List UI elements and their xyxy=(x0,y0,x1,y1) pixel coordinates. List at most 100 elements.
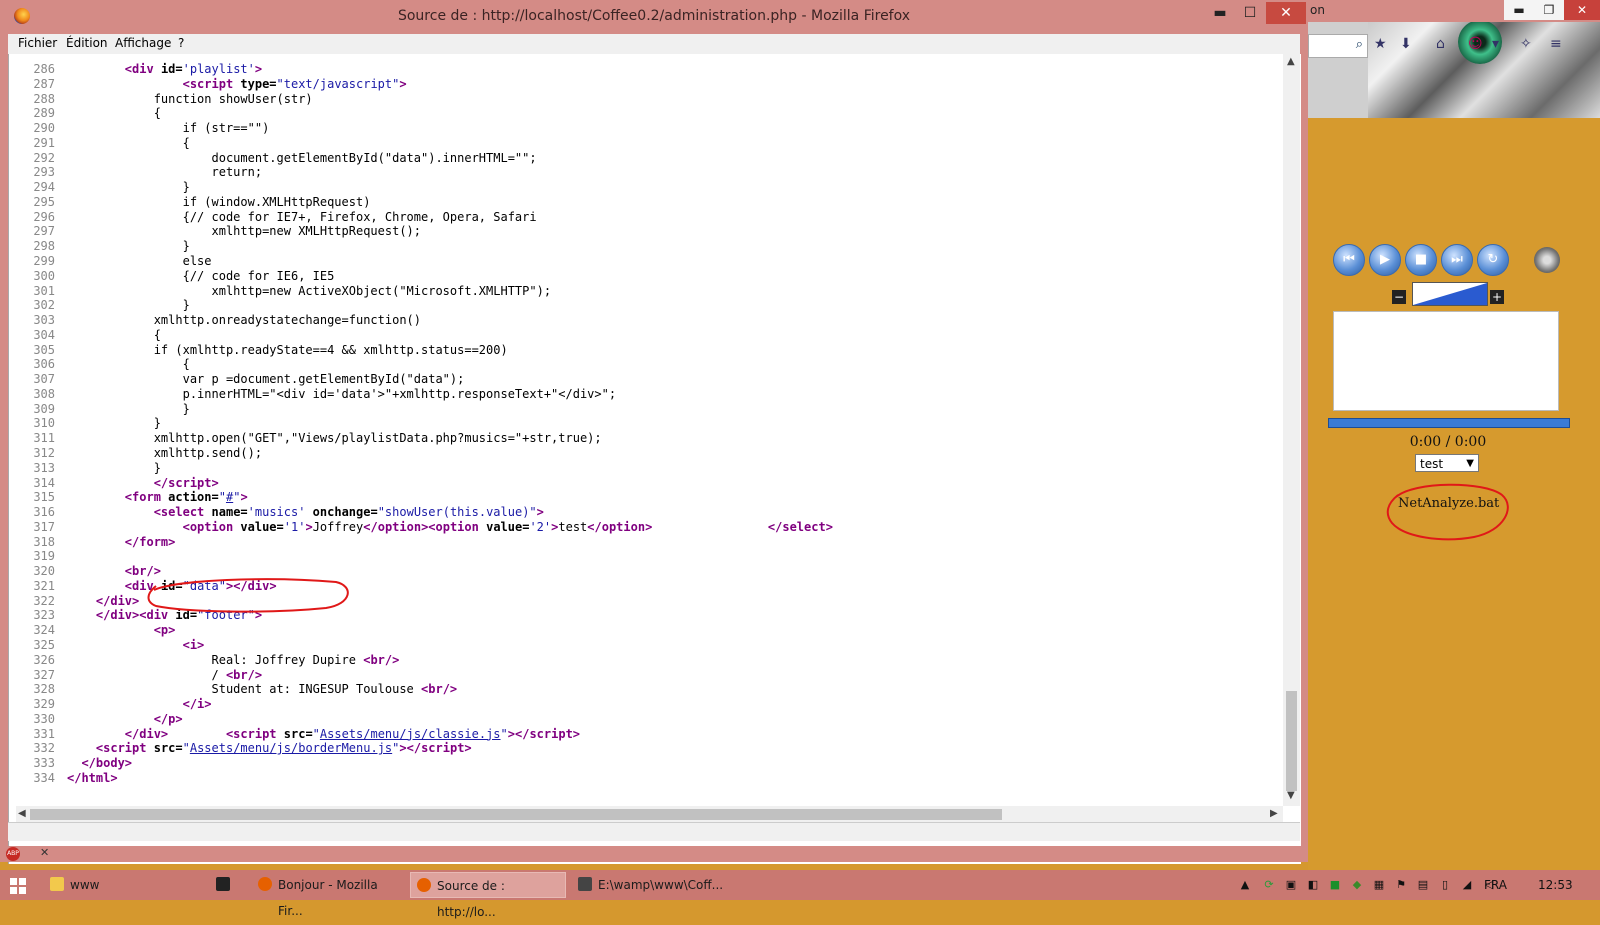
taskbar-item-label: Bonjour - Mozilla Fir... xyxy=(278,878,378,918)
source-viewer[interactable]: 286 <div id='playlist'> 287 <script type=… xyxy=(8,54,1301,864)
source-line: 331 </div> <script src="Assets/menu/js/c… xyxy=(17,727,1287,742)
chevron-down-icon[interactable]: ▾ xyxy=(1492,36,1499,52)
bookmark-star-icon[interactable]: ★ xyxy=(1374,36,1387,52)
tools-icon[interactable]: ✧ xyxy=(1520,36,1532,52)
downloads-icon[interactable]: ⬇ xyxy=(1400,36,1412,52)
playlist-select[interactable]: test ▼ xyxy=(1415,454,1479,472)
line-content: else xyxy=(67,254,212,268)
play-button[interactable]: ▶ xyxy=(1369,244,1401,276)
minimize-button[interactable]: ▬ xyxy=(1205,2,1235,24)
menu-affichage[interactable]: Affichage xyxy=(115,36,171,50)
line-content: <option value='1'>Joffrey</option><optio… xyxy=(182,519,833,534)
sync-icon[interactable]: ⟳ xyxy=(1262,878,1276,892)
scroll-down-icon[interactable]: ▼ xyxy=(1287,790,1295,801)
line-number: 302 xyxy=(33,298,55,313)
play-icon: ▶ xyxy=(1380,252,1390,267)
menu-edition[interactable]: Édition xyxy=(66,36,108,50)
line-number: 333 xyxy=(33,756,55,771)
line-number: 327 xyxy=(33,667,55,682)
tray-expand-icon[interactable]: ▲ xyxy=(1238,878,1252,892)
tray-app-icon[interactable]: ■ xyxy=(1328,878,1342,892)
line-content: xmlhttp.send(); xyxy=(67,446,263,461)
previous-button[interactable]: ⏮ xyxy=(1333,244,1365,276)
line-number: 294 xyxy=(33,180,55,195)
horizontal-scroll-thumb[interactable] xyxy=(30,809,1002,820)
background-tab-fragment[interactable]: on xyxy=(1310,3,1325,17)
clock[interactable]: 12:53 xyxy=(1538,878,1573,892)
line-content: </script> xyxy=(153,475,219,490)
battery-icon[interactable]: ▯ xyxy=(1438,878,1452,892)
stop-button[interactable]: ■ xyxy=(1405,244,1437,276)
menu-icon[interactable]: ≡ xyxy=(1550,36,1562,52)
background-minimize-button[interactable]: ▬ xyxy=(1504,0,1534,20)
firefox-icon xyxy=(417,878,431,892)
red-annotation-circle xyxy=(146,576,356,618)
menu-fichier[interactable]: Fichier xyxy=(18,36,57,50)
line-content: { xyxy=(67,327,161,342)
vertical-scroll-thumb[interactable] xyxy=(1286,691,1297,791)
volume-down-button[interactable]: − xyxy=(1392,290,1406,304)
windows-start-icon[interactable] xyxy=(10,878,26,894)
wifi-icon[interactable]: ◢ xyxy=(1460,878,1474,892)
scroll-right-icon[interactable]: ▶ xyxy=(1270,808,1278,819)
next-button[interactable]: ⏭ xyxy=(1441,244,1473,276)
source-line: 324 <p> xyxy=(17,623,1287,638)
close-button[interactable]: ✕ xyxy=(1266,2,1306,24)
home-icon[interactable]: ⌂ xyxy=(1436,36,1445,52)
line-number: 315 xyxy=(33,490,55,505)
background-close-button[interactable]: ✕ xyxy=(1564,0,1600,20)
speaker-icon[interactable] xyxy=(1534,247,1560,273)
language-indicator[interactable]: FRA xyxy=(1484,878,1507,892)
source-line: 327 / <br/> xyxy=(17,668,1287,683)
background-search-box[interactable]: ⌕ xyxy=(1308,34,1368,58)
line-number: 311 xyxy=(33,431,55,446)
line-number: 307 xyxy=(33,372,55,387)
addon-icon[interactable]: ☺ xyxy=(1468,36,1483,52)
scroll-up-icon[interactable]: ▲ xyxy=(1287,56,1295,67)
tray-app-icon[interactable]: ▤ xyxy=(1416,878,1430,892)
previous-icon: ⏮ xyxy=(1343,252,1355,267)
line-content: </form> xyxy=(124,534,176,549)
line-content: <i> xyxy=(182,638,205,653)
background-toolbar-area: on ▬ ❐ ✕ ⌕ ★ ⬇ ⌂ ☺ ▾ ✧ ≡ xyxy=(1308,0,1600,118)
line-number: 319 xyxy=(33,549,55,564)
taskbar-item-explorer[interactable]: E:\wamp\www\Coff... xyxy=(572,872,724,898)
line-number: 331 xyxy=(33,726,55,741)
flag-icon[interactable]: ⚑ xyxy=(1394,878,1408,892)
playback-progress-bar[interactable] xyxy=(1328,418,1570,428)
line-number: 321 xyxy=(33,578,55,593)
maximize-button[interactable]: ☐ xyxy=(1235,2,1265,24)
background-maximize-button[interactable]: ❐ xyxy=(1534,0,1564,20)
adblock-icon[interactable]: ABP xyxy=(6,847,20,861)
line-content: document.getElementById("data").innerHTM… xyxy=(67,150,537,165)
line-number: 312 xyxy=(33,446,55,461)
line-number: 290 xyxy=(33,121,55,136)
file-entry[interactable]: NetAnalyze.bat xyxy=(1384,483,1514,541)
search-icon[interactable]: ⌕ xyxy=(1356,37,1363,52)
line-number: 297 xyxy=(33,224,55,239)
source-line: 303 xmlhttp.onreadystatechange=function(… xyxy=(17,313,1287,328)
tray-app-icon[interactable]: ◧ xyxy=(1306,878,1320,892)
taskbar-item-cmd[interactable] xyxy=(210,872,246,898)
network-share-icon[interactable]: ▦ xyxy=(1372,878,1386,892)
scroll-left-icon[interactable]: ◀ xyxy=(18,808,26,819)
menu-help[interactable]: ? xyxy=(178,36,184,50)
line-content: </i> xyxy=(182,697,212,712)
taskbar-item-firefox-source[interactable]: Source de : http://lo... xyxy=(410,872,566,919)
taskbar-item-firefox-bonjour[interactable]: Bonjour - Mozilla Fir... xyxy=(252,872,404,918)
volume-up-button[interactable]: + xyxy=(1490,290,1504,304)
taskbar-item-www[interactable]: www xyxy=(44,872,200,898)
source-line: 333 </body> xyxy=(17,756,1287,771)
volume-slider[interactable] xyxy=(1412,282,1488,306)
repeat-button[interactable]: ↻ xyxy=(1477,244,1509,276)
horizontal-scrollbar[interactable]: ◀ ▶ xyxy=(16,806,1283,822)
line-content: </html> xyxy=(67,770,118,785)
source-line: 295 if (window.XMLHttpRequest) xyxy=(17,195,1287,210)
line-content: } xyxy=(67,298,190,313)
vertical-scrollbar[interactable]: ▲ ▼ xyxy=(1283,54,1300,806)
source-line: 307 var p =document.getElementById("data… xyxy=(17,372,1287,387)
line-content: { xyxy=(67,135,190,150)
tray-app-icon[interactable]: ▣ xyxy=(1284,878,1298,892)
close-icon[interactable]: ✕ xyxy=(40,846,49,859)
nvidia-icon[interactable]: ◆ xyxy=(1350,878,1364,892)
